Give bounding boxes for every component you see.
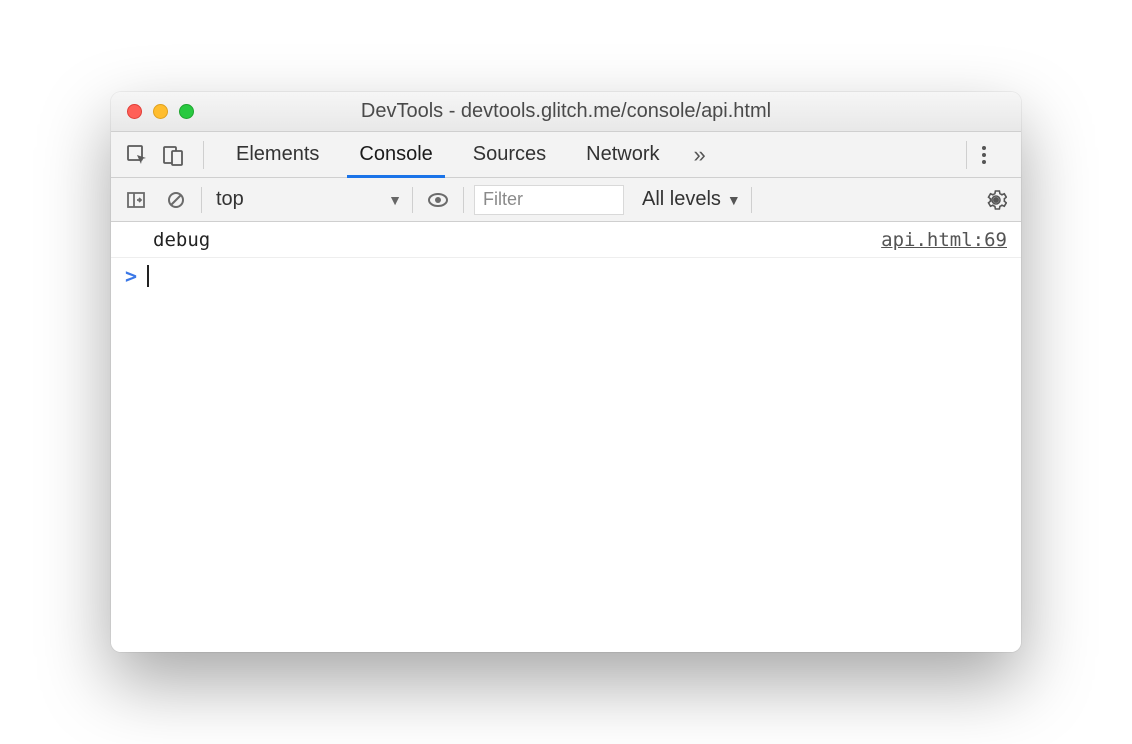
filter-input[interactable] <box>474 185 624 215</box>
execution-context-selector[interactable]: top ▼ <box>212 188 402 211</box>
live-expression-icon[interactable] <box>423 185 453 215</box>
toggle-console-sidebar-icon[interactable] <box>121 185 151 215</box>
tab-elements[interactable]: Elements <box>218 132 337 177</box>
log-levels-selector[interactable]: All levels ▼ <box>642 188 741 211</box>
tabs-overflow-button[interactable]: » <box>682 142 718 168</box>
tab-console[interactable]: Console <box>341 132 450 177</box>
console-toolbar: top ▼ All levels ▼ <box>111 178 1021 222</box>
console-message-text: debug <box>153 229 210 251</box>
tab-sources[interactable]: Sources <box>455 132 564 177</box>
close-window-button[interactable] <box>127 104 142 119</box>
titlebar: DevTools - devtools.glitch.me/console/ap… <box>111 92 1021 132</box>
log-levels-label: All levels <box>642 188 721 211</box>
console-output: debug api.html:69 > <box>111 222 1021 652</box>
divider <box>412 187 413 213</box>
console-prompt[interactable]: > <box>111 258 1021 294</box>
panel-tabbar: Elements Console Sources Network » <box>111 132 1021 178</box>
divider <box>966 141 967 169</box>
inspect-element-icon[interactable] <box>121 139 153 171</box>
divider <box>463 187 464 213</box>
clear-console-icon[interactable] <box>161 185 191 215</box>
chevron-down-icon: ▼ <box>388 192 402 208</box>
window-controls <box>111 104 194 119</box>
execution-context-label: top <box>216 188 244 211</box>
chevron-down-icon: ▼ <box>727 192 741 208</box>
devtools-window: DevTools - devtools.glitch.me/console/ap… <box>111 92 1021 652</box>
zoom-window-button[interactable] <box>179 104 194 119</box>
divider <box>203 141 204 169</box>
window-title: DevTools - devtools.glitch.me/console/ap… <box>111 100 1021 123</box>
minimize-window-button[interactable] <box>153 104 168 119</box>
console-settings-icon[interactable] <box>981 185 1011 215</box>
prompt-chevron-icon: > <box>125 264 137 288</box>
divider <box>201 187 202 213</box>
device-toolbar-icon[interactable] <box>157 139 189 171</box>
text-cursor <box>147 265 149 287</box>
tab-network[interactable]: Network <box>568 132 677 177</box>
console-message-source-link[interactable]: api.html:69 <box>881 229 1007 251</box>
console-message-row[interactable]: debug api.html:69 <box>111 222 1021 258</box>
settings-menu-button[interactable] <box>981 144 1011 166</box>
divider <box>751 187 752 213</box>
